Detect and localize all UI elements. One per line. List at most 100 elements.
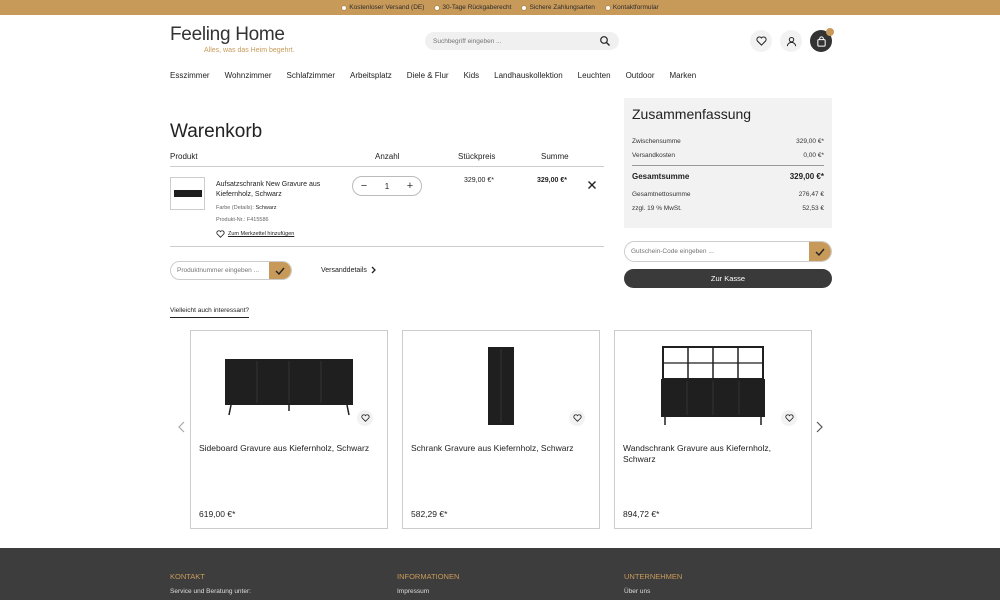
- recommendations-tab[interactable]: Vielleicht auch interessant?: [170, 307, 250, 318]
- heart-icon: [216, 230, 225, 238]
- card-wishlist-button[interactable]: [569, 410, 585, 426]
- line-total: 329,00 €*: [537, 177, 567, 184]
- carousel-next-button[interactable]: [816, 420, 823, 438]
- product-price: 619,00 €*: [199, 509, 236, 519]
- column-header-unit-price: Stückpreis: [458, 152, 496, 161]
- account-button[interactable]: [780, 30, 802, 52]
- nav-item-wohnzimmer[interactable]: Wohnzimmer: [225, 71, 272, 80]
- product-image: [173, 190, 202, 197]
- nav-item-leuchten[interactable]: Leuchten: [578, 71, 611, 80]
- chevron-right-icon: [816, 421, 823, 433]
- summary-shipping: Versandkosten 0,00 €*: [632, 151, 824, 159]
- usp-item: 30-Tage Rückgaberecht: [434, 4, 511, 11]
- nav-item-diele-flur[interactable]: Diele & Flur: [407, 71, 449, 80]
- page-title: Warenkorb: [170, 121, 263, 142]
- heart-icon: [360, 414, 370, 422]
- chevron-right-icon: [371, 266, 376, 274]
- product-card[interactable]: Schrank Gravure aus Kiefernholz, Schwarz…: [402, 330, 600, 529]
- apply-coupon-button[interactable]: [809, 242, 831, 261]
- product-card[interactable]: Sideboard Gravure aus Kiefernholz, Schwa…: [190, 330, 388, 529]
- footer-link-about[interactable]: Über uns: [624, 588, 682, 595]
- nav-item-arbeitsplatz[interactable]: Arbeitsplatz: [350, 71, 392, 80]
- footer-heading: KONTAKT: [170, 572, 205, 581]
- heart-icon: [755, 36, 767, 46]
- usp-contact-link[interactable]: Kontaktformular: [604, 4, 659, 11]
- cart-item-name[interactable]: Aufsatzschrank New Gravure aus Kiefernho…: [216, 180, 336, 200]
- divider: [170, 166, 604, 167]
- shipping-details-link[interactable]: Versanddetails: [321, 266, 376, 274]
- cart-item-color: Farbe (Details): Schwarz: [216, 205, 277, 211]
- footer-company: UNTERNEHMEN Über uns: [624, 572, 682, 595]
- search-input[interactable]: [433, 37, 599, 45]
- cart-item-product-number: Produkt-Nr.: F415586: [216, 217, 269, 223]
- decrease-button[interactable]: −: [359, 180, 369, 192]
- increase-button[interactable]: +: [405, 180, 415, 192]
- wishlist-link-text: Zum Merkzettel hinzufügen: [228, 231, 295, 237]
- logo-text: Feeling Home: [170, 24, 285, 45]
- divider: [170, 246, 604, 247]
- checkmark-icon: [815, 248, 825, 256]
- product-number-input[interactable]: [171, 267, 269, 274]
- nav-item-esszimmer[interactable]: Esszimmer: [170, 71, 210, 80]
- column-header-quantity: Anzahl: [375, 152, 400, 161]
- footer-heading: INFORMATIONEN: [397, 572, 460, 581]
- heart-icon: [784, 414, 794, 422]
- add-product-button[interactable]: [269, 262, 291, 279]
- coupon-input[interactable]: [625, 248, 809, 255]
- main-navigation: Esszimmer Wohnzimmer Schlafzimmer Arbeit…: [170, 71, 711, 80]
- product-name[interactable]: Schrank Gravure aus Kiefernholz, Schwarz: [411, 443, 591, 454]
- wishlist-button[interactable]: [750, 30, 772, 52]
- product-thumbnail[interactable]: [170, 177, 205, 210]
- heart-icon: [572, 414, 582, 422]
- checkout-button[interactable]: Zur Kasse: [624, 269, 832, 288]
- check-icon: [434, 4, 441, 11]
- remove-item-button[interactable]: [587, 178, 597, 193]
- summary-net-total: Gesamtnettosumme 276,47 €: [632, 190, 824, 198]
- add-to-wishlist-link[interactable]: Zum Merkzettel hinzufügen: [216, 230, 294, 238]
- summary-total: Gesamtsumme 329,00 €*: [632, 165, 824, 187]
- card-wishlist-button[interactable]: [781, 410, 797, 426]
- nav-item-outdoor[interactable]: Outdoor: [626, 71, 655, 80]
- product-name[interactable]: Wandschrank Gravure aus Kiefernholz, Sch…: [623, 443, 803, 465]
- color-label: Farbe (Details):: [216, 205, 254, 211]
- order-summary: Zusammenfassung Zwischensumme 329,00 €* V…: [624, 98, 832, 228]
- logo[interactable]: Feeling Home Alles, was das Heim begehrt…: [170, 24, 310, 58]
- column-header-product: Produkt: [170, 152, 198, 161]
- bag-icon: [816, 35, 826, 47]
- footer: KONTAKT Service und Beratung unter: INFO…: [0, 548, 1000, 600]
- search-bar[interactable]: [425, 32, 619, 50]
- carousel-prev-button[interactable]: [178, 420, 185, 438]
- logo-tagline: Alles, was das Heim begehrt.: [204, 47, 295, 54]
- nav-item-landhauskollektion[interactable]: Landhauskollektion: [494, 71, 563, 80]
- quantity-stepper: − 1 +: [352, 176, 422, 196]
- footer-information: INFORMATIONEN Impressum: [397, 572, 459, 595]
- nav-item-marken[interactable]: Marken: [669, 71, 696, 80]
- user-icon: [786, 36, 796, 46]
- summary-title: Zusammenfassung: [632, 106, 752, 122]
- summary-vat: zzgl. 19 % MwSt. 52,53 €: [632, 204, 824, 212]
- search-icon[interactable]: [599, 35, 611, 47]
- unit-price: 329,00 €*: [464, 177, 494, 184]
- footer-heading: UNTERNEHMEN: [624, 572, 683, 581]
- product-name[interactable]: Sideboard Gravure aus Kiefernholz, Schwa…: [199, 443, 379, 454]
- usp-item: Kostenloser Versand (DE): [341, 4, 424, 11]
- checkmark-icon: [275, 267, 285, 275]
- nav-item-kids[interactable]: Kids: [464, 71, 480, 80]
- usp-bar: Kostenloser Versand (DE) 30-Tage Rückgab…: [0, 0, 1000, 15]
- card-wishlist-button[interactable]: [357, 410, 373, 426]
- summary-subtotal: Zwischensumme 329,00 €*: [632, 137, 824, 145]
- cart-button[interactable]: [810, 28, 834, 52]
- usp-item: Sichere Zahlungsarten: [521, 4, 595, 11]
- quantity-value[interactable]: 1: [385, 182, 389, 191]
- footer-text: Service und Beratung unter:: [170, 588, 251, 595]
- footer-link-impressum[interactable]: Impressum: [397, 588, 459, 595]
- column-header-sum: Summe: [541, 152, 569, 161]
- coupon-form: [624, 241, 832, 262]
- close-icon: [588, 181, 596, 189]
- product-price: 582,29 €*: [411, 509, 448, 519]
- check-icon: [604, 4, 611, 11]
- product-card[interactable]: Wandschrank Gravure aus Kiefernholz, Sch…: [614, 330, 812, 529]
- product-price: 894,72 €*: [623, 509, 660, 519]
- nav-item-schlafzimmer[interactable]: Schlafzimmer: [287, 71, 335, 80]
- color-value: Schwarz: [255, 205, 277, 211]
